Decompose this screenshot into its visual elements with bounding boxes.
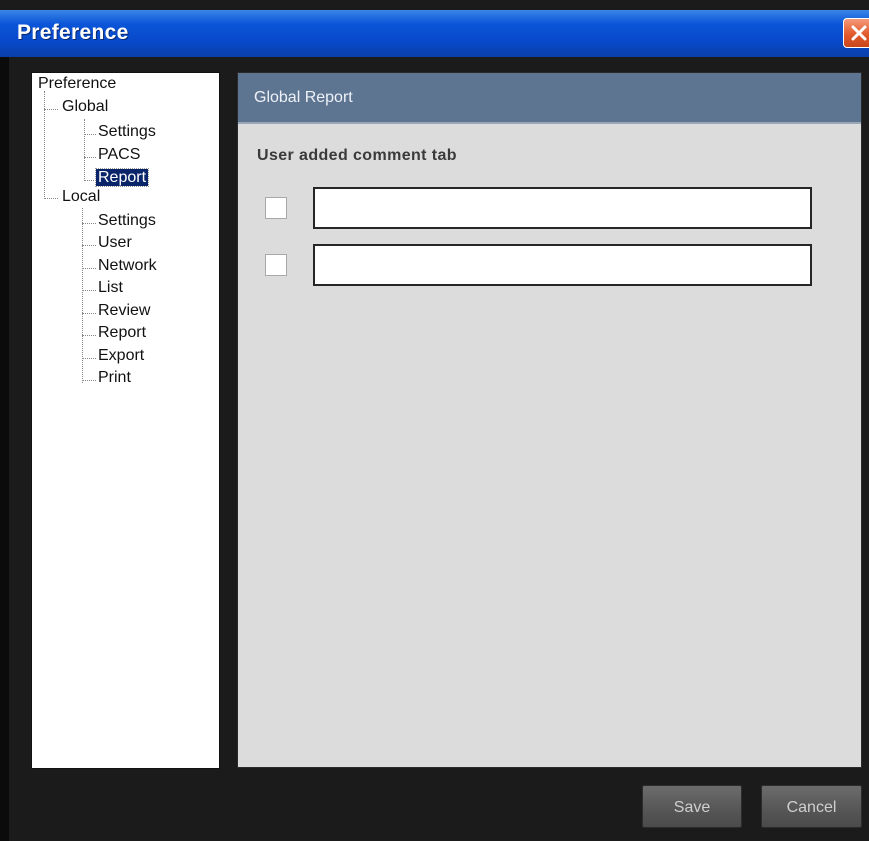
preference-dialog: Preference Preference Global Settings PA… — [0, 0, 869, 841]
tree-node-local-export[interactable]: Export — [98, 347, 144, 365]
panel-title: Global Report — [254, 89, 353, 106]
comment-tab-2-input[interactable] — [313, 244, 812, 286]
settings-panel: Global Report User added comment tab — [237, 72, 862, 768]
tree-node-local-review[interactable]: Review — [98, 302, 150, 320]
tree-node-local-list[interactable]: List — [98, 279, 123, 297]
save-button[interactable]: Save — [642, 785, 742, 828]
tree-node-global-settings[interactable]: Settings — [98, 123, 156, 141]
tree-node-preference[interactable]: Preference — [38, 75, 116, 93]
window-title: Preference — [17, 21, 129, 44]
close-button[interactable] — [843, 18, 869, 48]
comment-tab-1-checkbox[interactable] — [265, 197, 287, 219]
title-bar[interactable]: Preference — [0, 10, 869, 57]
window-left-edge — [0, 57, 9, 841]
tree-node-global-pacs[interactable]: PACS — [98, 146, 140, 164]
tree-node-local-user[interactable]: User — [98, 234, 132, 252]
preference-tree[interactable]: Preference Global Settings PACS Report L… — [31, 72, 220, 769]
panel-header: Global Report — [238, 73, 861, 124]
comment-tab-2-checkbox[interactable] — [265, 254, 287, 276]
section-title: User added comment tab — [257, 147, 457, 164]
tree-node-local-print[interactable]: Print — [98, 369, 131, 387]
tree-node-global-report[interactable]: Report — [94, 168, 150, 187]
tree-node-local-report[interactable]: Report — [98, 324, 146, 342]
tree-node-local-network[interactable]: Network — [98, 257, 157, 275]
comment-tab-1-input[interactable] — [313, 187, 812, 229]
tree-node-local[interactable]: Local — [62, 188, 100, 206]
tree-node-local-settings[interactable]: Settings — [98, 212, 156, 230]
tree-node-global[interactable]: Global — [62, 98, 108, 116]
close-icon — [851, 25, 867, 41]
cancel-button[interactable]: Cancel — [761, 785, 862, 828]
